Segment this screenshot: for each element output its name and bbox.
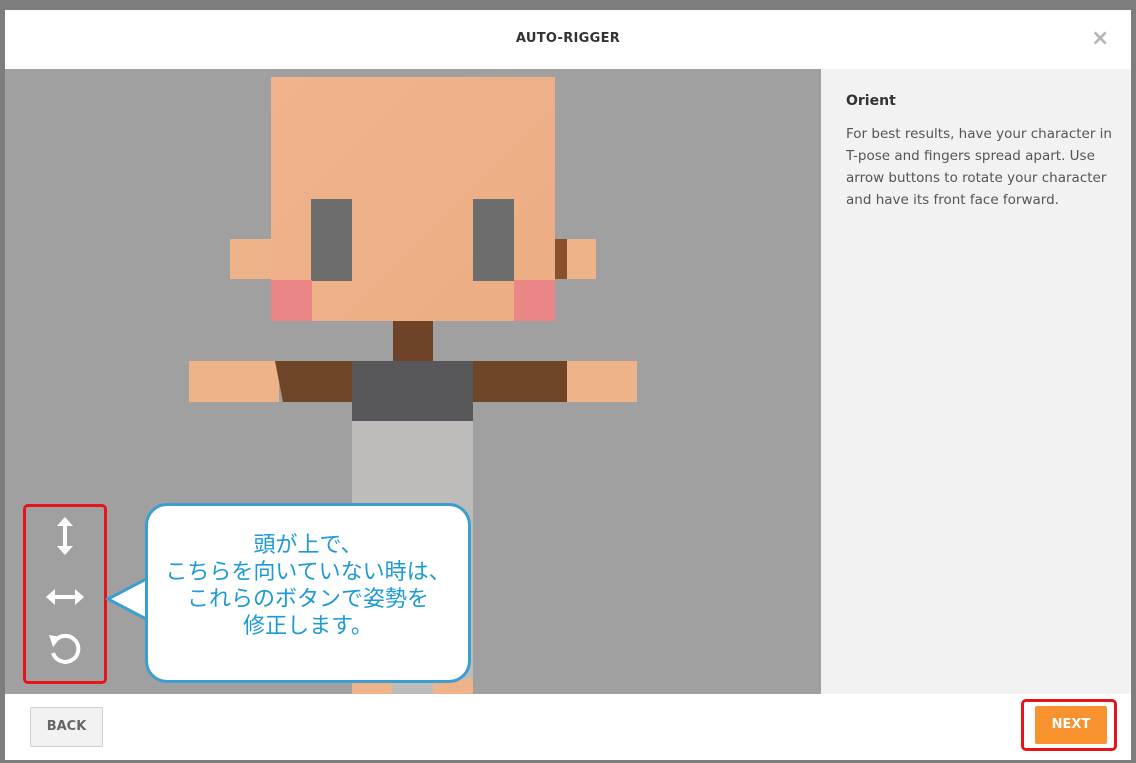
character-right-hand: [567, 361, 637, 402]
character-ear-shadow: [555, 239, 567, 279]
callout-line: これらのボタンで姿勢を: [186, 587, 429, 612]
instructions-panel: Orient For best results, have your chara…: [821, 69, 1131, 694]
panel-title: Orient: [846, 93, 896, 109]
auto-rigger-dialog: AUTO-RIGGER × 頭が上で、 こちらを向いていない時は、 これらのボタ…: [5, 10, 1131, 760]
callout-line: 修正します。: [243, 614, 373, 639]
character-left-hand: [189, 361, 279, 402]
dialog-footer: BACK NEXT: [5, 694, 1131, 760]
character-right-sleeve: [473, 361, 568, 402]
callout-line: こちらを向いていない時は、: [165, 560, 451, 585]
annotation-callout: 頭が上で、 こちらを向いていない時は、 これらのボタンで姿勢を 修正します。: [145, 503, 471, 683]
character-shirt: [352, 361, 473, 423]
next-highlight-box: [1021, 699, 1117, 751]
character-neck: [393, 321, 433, 361]
back-button[interactable]: BACK: [30, 707, 103, 747]
callout-text: 頭が上で、 こちらを向いていない時は、 これらのボタンで姿勢を 修正します。: [148, 532, 468, 640]
character-right-eye: [473, 199, 514, 281]
controls-highlight-box: [23, 504, 107, 684]
character-left-ear: [230, 239, 271, 279]
close-icon[interactable]: ×: [1091, 28, 1109, 50]
character-right-cheek: [514, 280, 555, 321]
panel-description: For best results, have your character in…: [846, 126, 1112, 208]
character-left-sleeve: [275, 361, 353, 402]
dialog-title: AUTO-RIGGER: [515, 31, 621, 46]
dialog-header: AUTO-RIGGER ×: [5, 10, 1131, 69]
character-viewport[interactable]: 頭が上で、 こちらを向いていない時は、 これらのボタンで姿勢を 修正します。: [5, 69, 821, 694]
character-left-eye: [311, 199, 352, 281]
character-left-cheek: [271, 280, 312, 321]
callout-line: 頭が上で、: [253, 533, 363, 558]
